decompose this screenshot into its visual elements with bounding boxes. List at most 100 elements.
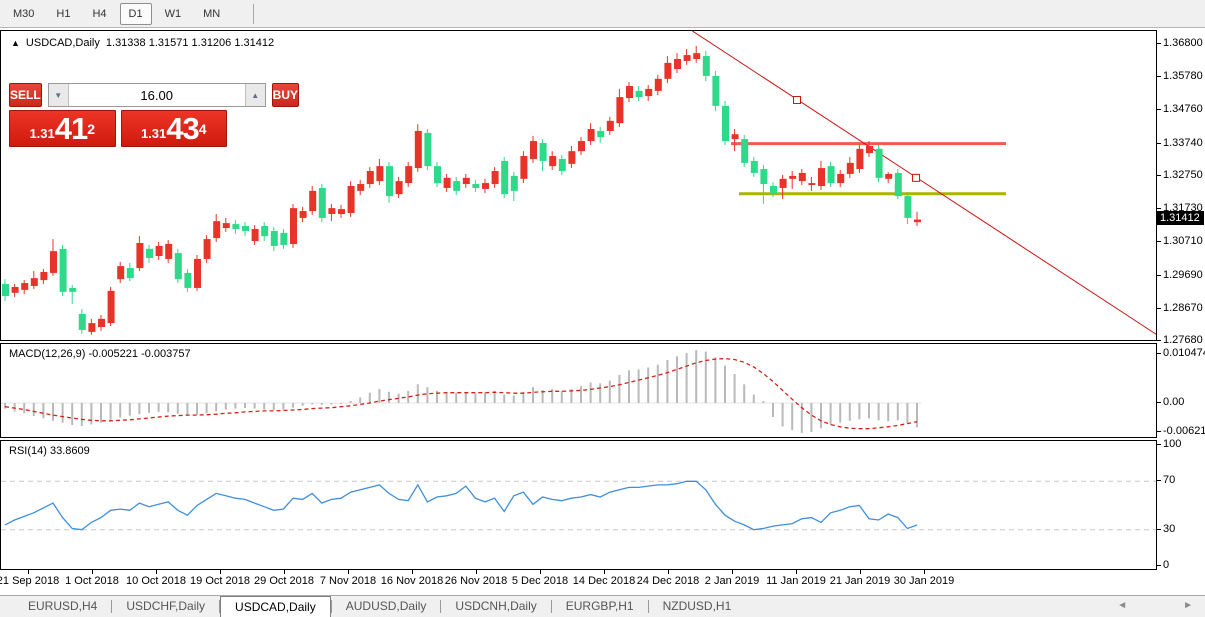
candle-body: [12, 287, 19, 293]
trendline-handle-0[interactable]: [794, 97, 801, 104]
price-axis-label-tick: [1157, 175, 1161, 176]
one-click-trading-collapse-icon[interactable]: ▲: [11, 38, 20, 48]
timeframe-tab-H4[interactable]: H4: [83, 3, 115, 25]
volume-input[interactable]: [69, 84, 245, 106]
chart-tab-AUDUSD-Daily[interactable]: AUDUSD,Daily: [332, 596, 441, 617]
candle-body: [482, 183, 489, 189]
date-axis-label: 30 Jan 2019: [894, 575, 955, 587]
price-axis-label-tick: [1157, 275, 1161, 276]
candle-body: [415, 131, 422, 168]
date-tick: [796, 570, 797, 574]
candle-body: [789, 176, 796, 179]
price-axis-label: 1.32750: [1163, 169, 1203, 181]
candle-body: [242, 226, 249, 231]
price-axis-label: 1.36800: [1163, 37, 1203, 49]
rsi-axis-label-tick: [1157, 565, 1161, 566]
candle-body: [204, 239, 211, 259]
tab-scroll-left-arrow[interactable]: ◄: [1117, 600, 1127, 611]
candle-body: [184, 273, 191, 288]
candle-body: [703, 56, 710, 76]
date-tick: [348, 570, 349, 574]
candle-body: [357, 184, 364, 191]
sell-quote-button[interactable]: 1.31412: [9, 110, 116, 147]
rsi-axis-label: 100: [1163, 438, 1181, 450]
chart-tab-NZDUSD-H1[interactable]: NZDUSD,H1: [649, 596, 746, 617]
candle-body: [453, 181, 460, 191]
candle-body: [741, 139, 748, 163]
main-chart-panel: ▲ USDCAD,Daily 1.31338 1.31571 1.31206 1…: [0, 30, 1157, 341]
chart-ohlc-values: 1.31338 1.31571 1.31206 1.31412: [106, 37, 274, 49]
volume-increase-button[interactable]: ▲: [245, 84, 265, 106]
toolbar-separator: [253, 4, 254, 24]
candle-body: [856, 149, 863, 169]
macd-axis-label-tick: [1157, 402, 1161, 403]
date-tick: [476, 570, 477, 574]
price-axis-label-tick: [1157, 143, 1161, 144]
sell-button[interactable]: SELL: [9, 83, 42, 107]
candle-body: [463, 178, 470, 184]
chart-tab-EURUSD-H4[interactable]: EURUSD,H4: [14, 596, 111, 617]
macd-axis-label: 0.00: [1163, 396, 1184, 408]
candle-body: [386, 166, 393, 196]
timeframe-tab-MN[interactable]: MN: [194, 3, 229, 25]
candle-body: [511, 176, 518, 191]
price-axis-label-tick: [1157, 308, 1161, 309]
date-axis-label: 24 Dec 2018: [637, 575, 699, 587]
candle-body: [530, 141, 537, 159]
rsi-axis-label-tick: [1157, 529, 1161, 530]
sell-price-prefix: 1.31: [29, 124, 54, 144]
candle-body: [895, 173, 902, 196]
candle-body: [520, 156, 527, 179]
timeframe-tab-M30[interactable]: M30: [4, 3, 43, 25]
candle-body: [626, 86, 633, 98]
date-axis-label: 10 Oct 2018: [126, 575, 186, 587]
rsi-axis-label: 70: [1163, 474, 1175, 486]
rsi-value-line: [5, 481, 917, 529]
date-tick: [412, 570, 413, 574]
candle-body: [309, 191, 316, 211]
candle-body: [693, 53, 700, 59]
chart-tab-USDCAD-Daily[interactable]: USDCAD,Daily: [220, 596, 331, 617]
volume-spinner: ▼ ▲: [48, 83, 266, 107]
candle-body: [607, 121, 614, 131]
chart-tab-EURGBP-H1[interactable]: EURGBP,H1: [552, 596, 648, 617]
timeframe-tab-D1[interactable]: D1: [120, 3, 152, 25]
date-axis-label: 1 Oct 2018: [65, 575, 119, 587]
macd-axis-label: 0.010474: [1163, 347, 1205, 359]
date-tick: [92, 570, 93, 574]
date-axis-label: 5 Dec 2018: [512, 575, 568, 587]
candle-body: [645, 89, 652, 96]
volume-decrease-button[interactable]: ▼: [49, 84, 69, 106]
date-tick: [668, 570, 669, 574]
candle-body: [146, 249, 153, 258]
candle-body: [751, 161, 758, 173]
buy-quote-button[interactable]: 1.31434: [121, 110, 228, 147]
candle-body: [300, 211, 307, 218]
candle-body: [434, 166, 441, 183]
tab-scroll-right-arrow[interactable]: ►: [1183, 600, 1193, 611]
price-axis-label-tick: [1157, 109, 1161, 110]
candle-body: [578, 141, 585, 151]
buy-button[interactable]: BUY: [272, 83, 299, 107]
price-axis-label: 1.28670: [1163, 302, 1203, 314]
candle-body: [712, 76, 719, 106]
candle-body: [79, 314, 86, 330]
candle-body: [232, 224, 239, 229]
trendline-handle-1[interactable]: [913, 174, 920, 181]
candle-body: [472, 184, 479, 188]
rsi-axis-label: 0: [1163, 559, 1169, 571]
macd-label: MACD(12,26,9) -0.005221 -0.003757: [9, 348, 191, 360]
date-axis-label: 2 Jan 2019: [705, 575, 759, 587]
candle-body: [396, 181, 403, 194]
candle-body: [664, 63, 671, 79]
candle-body: [88, 323, 95, 332]
chart-tab-USDCNH-Daily[interactable]: USDCNH,Daily: [441, 596, 550, 617]
date-tick: [604, 570, 605, 574]
rsi-axis-label-tick: [1157, 444, 1161, 445]
date-axis-label: 21 Sep 2018: [0, 575, 59, 587]
date-axis-label: 19 Oct 2018: [190, 575, 250, 587]
timeframe-tab-H1[interactable]: H1: [47, 3, 79, 25]
chart-tab-USDCHF-Daily[interactable]: USDCHF,Daily: [112, 596, 219, 617]
macd-axis-label: -0.006218: [1163, 425, 1205, 437]
timeframe-tab-W1[interactable]: W1: [156, 3, 191, 25]
